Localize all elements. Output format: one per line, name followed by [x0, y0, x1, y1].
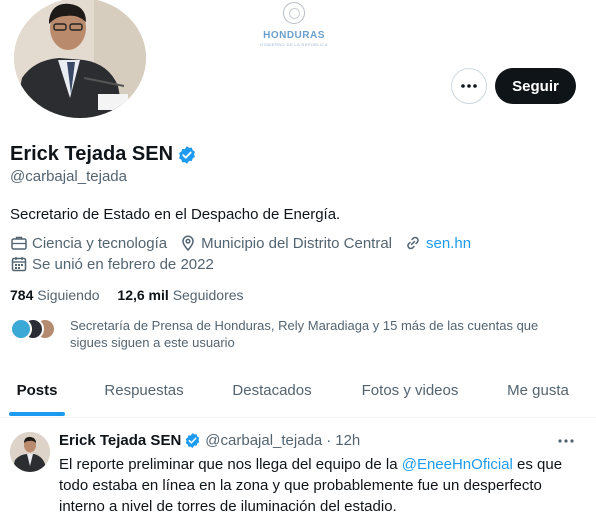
- tweet-header: Erick Tejada SEN @carbajal_tejada · 12h: [59, 432, 360, 449]
- coat-of-arms-icon: [283, 2, 305, 24]
- profile-tabs: Posts Respuestas Destacados Fotos y vide…: [0, 362, 596, 418]
- profile-website[interactable]: sen.hn: [404, 234, 471, 252]
- tweet-separator: ·: [326, 432, 332, 449]
- tab-media[interactable]: Fotos y videos: [340, 362, 480, 418]
- profile-joined-label: Se unió en febrero de 2022: [32, 255, 214, 273]
- follow-button[interactable]: Seguir: [495, 68, 576, 104]
- verified-badge-icon[interactable]: [177, 145, 197, 165]
- government-logo-subtitle: GOBIERNO DE LA REPÚBLICA: [260, 42, 328, 47]
- briefcase-icon: [10, 234, 28, 252]
- profile-name-row: Erick Tejada SEN: [10, 143, 197, 166]
- followers-count: 12,6 mil: [117, 287, 169, 303]
- profile-meta-row-2: Se unió en febrero de 2022: [10, 255, 226, 273]
- tab-likes[interactable]: Me gusta: [490, 362, 586, 418]
- followers-you-know-avatars[interactable]: [10, 318, 60, 340]
- tweet-author-name[interactable]: Erick Tejada SEN: [59, 432, 181, 449]
- tweet[interactable]: Erick Tejada SEN @carbajal_tejada · 12h …: [0, 418, 596, 520]
- profile-bio: Secretario de Estado en el Despacho de E…: [10, 206, 341, 223]
- followers-label: Seguidores: [172, 287, 244, 303]
- more-horizontal-icon: [461, 84, 477, 88]
- tweet-more-button[interactable]: [556, 434, 576, 453]
- profile-location: Municipio del Distrito Central: [179, 234, 392, 252]
- tab-replies[interactable]: Respuestas: [80, 362, 208, 418]
- profile-photo: [14, 0, 146, 118]
- profile-handle: @carbajal_tejada: [10, 168, 127, 185]
- tweet-text: El reporte preliminar que nos llega del …: [59, 454, 589, 517]
- tweet-avatar-photo: [10, 432, 50, 472]
- followers-link[interactable]: 12,6 mil Seguidores: [117, 287, 243, 303]
- calendar-icon: [10, 255, 28, 273]
- profile-name: Erick Tejada SEN: [10, 143, 174, 165]
- tweet-mention[interactable]: @EneeHnOficial: [402, 456, 513, 473]
- government-logo: HONDURAS GOBIERNO DE LA REPÚBLICA: [252, 2, 336, 52]
- tweet-author-handle[interactable]: @carbajal_tejada: [205, 432, 322, 449]
- following-link[interactable]: 784 Siguiendo: [10, 287, 100, 303]
- profile-location-label: Municipio del Distrito Central: [201, 234, 392, 252]
- tab-posts[interactable]: Posts: [0, 362, 74, 418]
- more-options-button[interactable]: [451, 68, 487, 104]
- profile-joined: Se unió en febrero de 2022: [10, 255, 214, 273]
- tweet-avatar[interactable]: [10, 432, 50, 472]
- profile-avatar[interactable]: [10, 0, 150, 122]
- following-count: 784: [10, 287, 34, 303]
- location-pin-icon: [179, 234, 197, 252]
- followers-you-know-text[interactable]: Secretaría de Prensa de Honduras, Rely M…: [70, 317, 570, 351]
- government-logo-name: HONDURAS: [263, 30, 325, 41]
- tweet-text-part: El reporte preliminar que nos llega del …: [59, 456, 402, 473]
- follow-counts: 784 Siguiendo 12,6 mil Seguidores: [10, 287, 244, 303]
- profile-category: Ciencia y tecnología: [10, 234, 167, 252]
- more-horizontal-icon: [558, 439, 574, 443]
- profile-website-link[interactable]: sen.hn: [426, 235, 471, 252]
- link-icon: [404, 234, 422, 252]
- profile-meta-row-1: Ciencia y tecnología Municipio del Distr…: [10, 234, 483, 252]
- follower-avatar: [10, 318, 32, 340]
- tweet-time[interactable]: 12h: [335, 432, 360, 449]
- active-tab-indicator: [9, 412, 65, 416]
- profile-category-label: Ciencia y tecnología: [32, 234, 168, 252]
- following-label: Siguiendo: [37, 287, 100, 303]
- verified-badge-icon[interactable]: [184, 432, 201, 449]
- tab-highlights[interactable]: Destacados: [214, 362, 330, 418]
